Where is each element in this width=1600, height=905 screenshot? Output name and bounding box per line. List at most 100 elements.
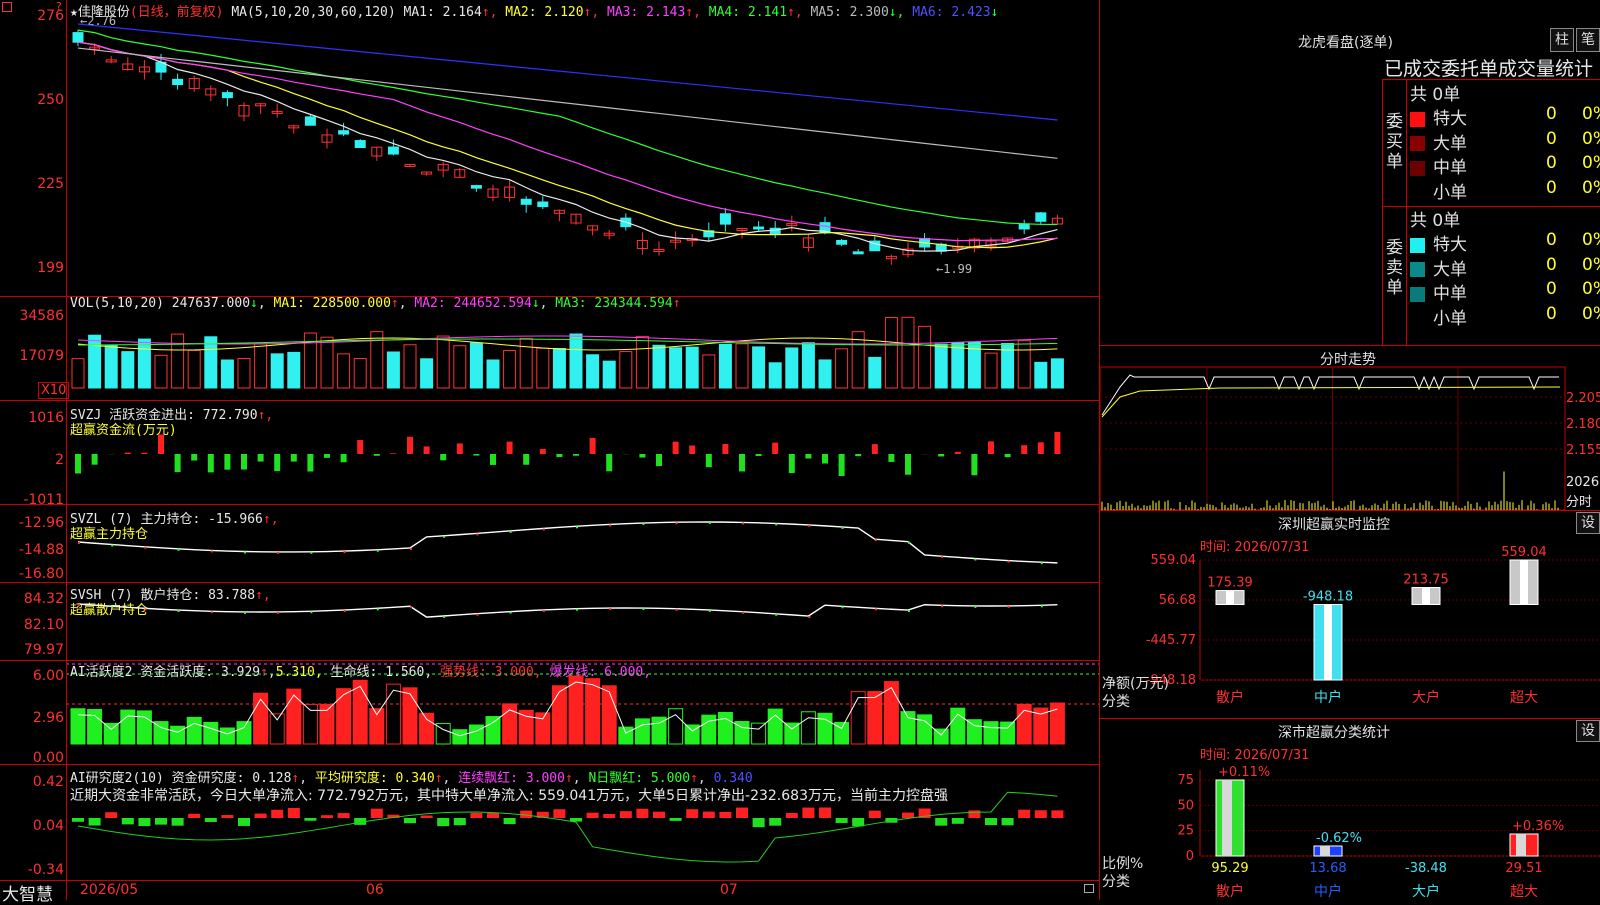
candle-body: [355, 141, 365, 148]
row-pct: 0%: [1582, 104, 1600, 124]
y-tick-label: -445.77: [1146, 633, 1196, 648]
label-col-border: [1406, 79, 1407, 345]
research-bar: [935, 818, 947, 826]
main-holding-line-tick: [941, 556, 943, 558]
volume-bar: [188, 350, 200, 388]
volume-bar: [421, 359, 433, 388]
research-chart[interactable]: [66, 764, 1100, 880]
activity-bar: [254, 693, 268, 744]
volume-bar: [836, 349, 848, 388]
research-bar: [553, 809, 565, 818]
flow-bar: [208, 454, 214, 472]
retail-holding-line-tick: [211, 611, 213, 613]
flow-bar: [457, 443, 463, 454]
row-pct: 0%: [1582, 129, 1600, 149]
x-axis-title: 分类: [1102, 694, 1130, 710]
research-bar: [89, 818, 101, 826]
flow-bar: [357, 440, 363, 454]
row-qty: 0: [1546, 178, 1557, 198]
candle-body: [1036, 213, 1046, 221]
candle-body: [538, 202, 548, 207]
row-name: 大单: [1433, 260, 1467, 280]
volume-bar: [753, 347, 765, 388]
color-swatch: [1410, 112, 1425, 127]
retail-holding-line-tick: [443, 616, 445, 618]
volume-bar: [819, 360, 831, 388]
volume-chart[interactable]: [66, 296, 1100, 400]
divider: [0, 660, 1100, 661]
volume-bar: [686, 347, 698, 388]
activity-bar: [669, 709, 683, 744]
sz-class-chart[interactable]: 7550250+0.11%95.29散户-0.62%13.68中户-38.48大…: [1100, 718, 1600, 900]
row-name: 中单: [1433, 284, 1467, 304]
intraday-chart[interactable]: [1100, 367, 1565, 510]
row-pct: 0%: [1582, 304, 1600, 324]
retail-holding-line: [78, 604, 1057, 617]
flow-bar: [341, 454, 347, 462]
buy-label: 委买单: [1386, 112, 1404, 172]
main-holding-chart[interactable]: [66, 504, 1100, 582]
candle-body: [521, 199, 531, 204]
bar-pct-label: +0.36%: [1512, 819, 1564, 834]
candle-body: [471, 186, 481, 189]
row-name: 小单: [1433, 183, 1467, 203]
flow-bar: [772, 443, 778, 454]
ai2-axis-label: -0.34: [0, 862, 64, 878]
candle-body: [339, 131, 349, 134]
retail-holding-chart[interactable]: [66, 582, 1100, 660]
sz-monitor-chart[interactable]: 559.0456.68-445.77-948.18175.39散户-948.18…: [1100, 510, 1600, 718]
candlestick-chart[interactable]: [66, 0, 1100, 296]
lock-icon[interactable]: [1084, 884, 1094, 893]
activity-bar: [104, 723, 118, 744]
y-tick-label: 25: [1177, 824, 1194, 839]
base-value-label: 29.51: [1505, 861, 1542, 876]
candle-body: [720, 214, 730, 224]
row-pct: 0%: [1582, 279, 1600, 299]
bar-value-label: 213.75: [1403, 572, 1449, 587]
capital-flow-chart[interactable]: [66, 400, 1100, 504]
left-border: [1382, 79, 1383, 345]
sz-monitor-panel: 深圳超赢实时监控 设 时间: 2026/07/31 559.0456.68-44…: [1100, 510, 1600, 718]
flow-bar: [573, 454, 579, 456]
candle-body: [754, 227, 764, 229]
flow-bar: [673, 442, 679, 454]
main-holding-line-tick: [908, 542, 910, 544]
y-axis-title: 比例%: [1102, 856, 1143, 872]
research-bar: [786, 813, 798, 818]
y-tick-label: 50: [1177, 798, 1194, 813]
bar-mode-button[interactable]: 柱: [1550, 28, 1574, 52]
main-holding-line-tick: [875, 539, 877, 541]
price-axis-label: 276: [0, 8, 64, 24]
activity-bar: [984, 722, 998, 744]
intraday-panel[interactable]: 分时走势 2.205 2.180 2.155 20260 分时: [1100, 345, 1600, 510]
pen-mode-button[interactable]: 笔: [1576, 28, 1600, 52]
base-value-label: 95.29: [1211, 861, 1248, 876]
flow-bar: [1054, 432, 1060, 454]
flow-bar: [590, 438, 596, 454]
activity-bar: [270, 714, 284, 744]
activity-bar: [901, 712, 915, 744]
main-chart-area[interactable]: ? 276 250 225 199 ★佳隆股份(日线，前复权) MA(5,10,…: [0, 0, 1100, 900]
retail-holding-line-tick: [609, 608, 611, 610]
flow-bar: [324, 454, 330, 458]
activity-bar: [88, 710, 102, 744]
activity-bar: [121, 710, 135, 744]
bar-value-label: 175.39: [1207, 576, 1253, 591]
net-bar-highlight: [1422, 587, 1430, 604]
research-bar: [985, 818, 997, 825]
volume-bar: [122, 352, 134, 388]
volume-bar: [321, 337, 333, 388]
intraday-axis-label: 2.155: [1566, 443, 1600, 458]
color-swatch: [1410, 238, 1425, 253]
volume-bar: [487, 360, 499, 388]
research-bar: [72, 818, 84, 822]
volume-bar: [172, 334, 184, 388]
research-bar: [952, 818, 964, 824]
activity-chart[interactable]: [66, 660, 1100, 764]
divider: [0, 582, 1100, 583]
flow-bar: [855, 454, 861, 456]
research-bar: [587, 813, 599, 818]
volume-bar: [786, 348, 798, 388]
row-qty: 0: [1546, 104, 1557, 124]
row-qty: 0: [1546, 230, 1557, 250]
